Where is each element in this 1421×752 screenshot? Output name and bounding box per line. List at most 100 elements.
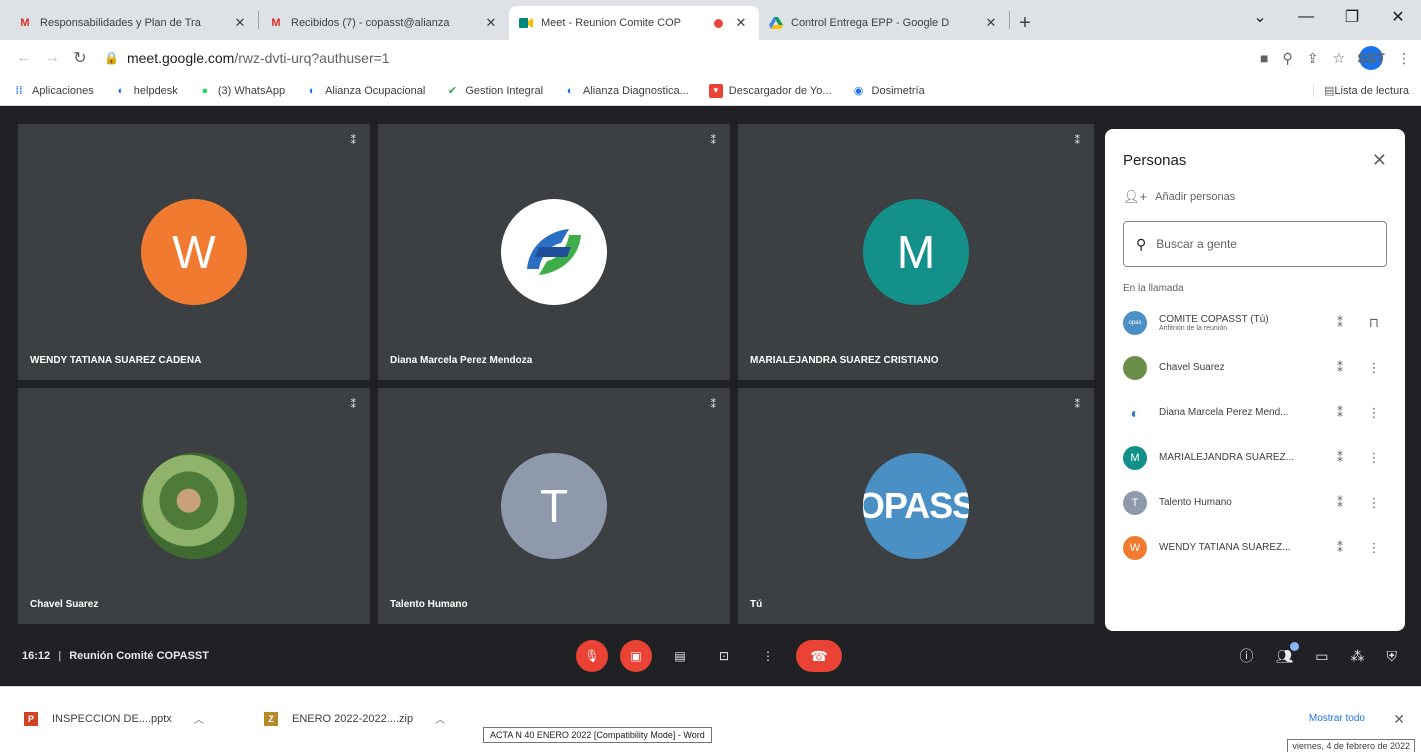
share-icon[interactable]: ⇪ — [1307, 50, 1319, 67]
call-controls: 🎙︎ ▣ ▤ ⊡ ⋮ ☎ — [576, 640, 842, 672]
more-options-icon[interactable]: ⋮ — [1361, 360, 1387, 376]
more-options-icon[interactable]: ⋮ — [1361, 495, 1387, 511]
bookmark-descargador[interactable]: ▼ Descargador de Yo... — [708, 83, 832, 98]
close-icon[interactable]: ✕ — [733, 15, 749, 31]
activities-icon[interactable]: ⁂ — [1351, 648, 1365, 665]
bookmark-dosimetria[interactable]: ◉ Dosimetría — [852, 84, 925, 98]
download-item[interactable]: P INSPECCION DE....pptx ︿ — [24, 711, 204, 726]
mic-off-icon: ⁑ — [1337, 450, 1343, 465]
bookmark-alianza-ocupacional[interactable]: ◐ Alianza Ocupacional — [305, 84, 426, 98]
profile-avatar[interactable]: SST — [1357, 46, 1385, 70]
chevron-up-icon[interactable]: ︿ — [194, 711, 204, 726]
lock-icon[interactable]: 🔒 — [104, 51, 119, 65]
bookmark-label: helpdesk — [133, 84, 178, 97]
mic-off-icon: ⁑ — [1337, 495, 1343, 510]
participant-list-item[interactable]: Chavel Suarez ⁑ ⋮ — [1123, 345, 1387, 390]
download-item[interactable]: Z ENERO 2022-2022....zip ︿ — [264, 711, 445, 726]
in-call-label: En la llamada — [1123, 283, 1184, 294]
tab-title: Meet - Reunion Comite COP — [541, 17, 681, 29]
close-icon[interactable]: ✕ — [1372, 150, 1387, 171]
participant-list-item[interactable]: opas COMITE COPASST (Tú) Anfitrión de la… — [1123, 300, 1387, 345]
profile-photo-avatar — [141, 453, 247, 559]
mic-off-icon: ⁑ — [350, 135, 357, 147]
minimize-icon[interactable]: — — [1283, 8, 1329, 26]
participant-tile[interactable]: ⁑ T Talento Humano — [378, 388, 730, 624]
browser-toolbar: ← → ↻ 🔒 meet.google.com/rwz-dvti-urq?aut… — [0, 40, 1421, 76]
taskbar-tooltip: ACTA N 40 ENERO 2022 [Compatibility Mode… — [483, 727, 712, 743]
add-people-button[interactable]: 👤︎+ Añadir personas — [1123, 187, 1387, 207]
mic-toggle-button[interactable]: 🎙︎ — [576, 640, 608, 672]
more-options-button[interactable]: ⋮ — [752, 640, 784, 672]
participant-name: Chavel Suarez — [1159, 362, 1225, 373]
host-controls-icon[interactable]: ⛨ — [1387, 648, 1398, 665]
participant-name: Chavel Suarez — [30, 599, 99, 610]
participant-list-item[interactable]: M MARIALEJANDRA SUAREZ... ⁑ ⋮ — [1123, 435, 1387, 480]
camera-toggle-button[interactable]: ▣ — [620, 640, 652, 672]
people-icon[interactable]: 👥︎ — [1275, 641, 1299, 665]
participant-list-item[interactable]: ◐ Diana Marcela Perez Mend... ⁑ ⋮ — [1123, 390, 1387, 435]
participant-tile[interactable]: ⁑ Chavel Suarez — [18, 388, 370, 624]
recording-indicator-icon — [714, 18, 723, 28]
new-tab-button[interactable]: + — [1010, 6, 1040, 40]
back-icon[interactable]: ← — [10, 49, 38, 67]
menu-icon[interactable]: ⋮ — [1397, 50, 1411, 67]
zip-icon: Z — [264, 711, 278, 726]
participant-list-item[interactable]: T Talento Humano ⁑ ⋮ — [1123, 480, 1387, 525]
toolbar-icons: ■ ⚲ ⇪ ☆ SST ⋮ — [1260, 46, 1411, 70]
mic-off-icon: ⁑ — [1074, 135, 1081, 147]
zoom-icon[interactable]: ⚲ — [1282, 50, 1292, 67]
bookmark-apps[interactable]: ⁞⁞ Aplicaciones — [12, 84, 93, 98]
bookmark-gestion-integral[interactable]: ✔ Gestion Integral — [445, 84, 543, 98]
avatar-initial: W — [172, 226, 216, 278]
more-options-icon[interactable]: ⋮ — [1361, 540, 1387, 556]
bookmark-alianza-diagnostica[interactable]: ◐ Alianza Diagnostica... — [563, 84, 689, 98]
tab-meet[interactable]: Meet - Reunion Comite COP ✕ — [509, 6, 759, 40]
bookmark-label: Descargador de Yo... — [728, 84, 832, 97]
search-people-input[interactable]: ⚲ Buscar a gente — [1123, 221, 1387, 267]
participant-tile[interactable]: ⁑ M MARIALEJANDRA SUAREZ CRISTIANO — [738, 124, 1094, 380]
meet-icon — [519, 16, 533, 30]
reading-list[interactable]: ▤ Lista de lectura — [1312, 84, 1409, 97]
participant-tile[interactable]: ⁑ Diana Marcela Perez Mendoza — [378, 124, 730, 380]
captions-button[interactable]: ▤ — [664, 640, 696, 672]
reload-icon[interactable]: ↻ — [66, 48, 94, 68]
more-options-icon[interactable]: ⋮ — [1361, 405, 1387, 421]
close-icon[interactable]: ✕ — [983, 15, 999, 31]
alianza-logo-icon: ◐ — [1130, 404, 1140, 421]
more-options-icon[interactable]: ⋮ — [1361, 450, 1387, 466]
star-icon[interactable]: ☆ — [1332, 50, 1345, 67]
address-bar[interactable]: 🔒 meet.google.com/rwz-dvti-urq?authuser=… — [104, 44, 1248, 72]
present-button[interactable]: ⊡ — [708, 640, 740, 672]
copasst-logo-avatar: OPASS — [863, 453, 969, 559]
info-icon[interactable]: ⓘ — [1239, 646, 1253, 666]
forward-icon[interactable]: → — [38, 49, 66, 67]
participant-tile[interactable]: ⁑ W WENDY TATIANA SUAREZ CADENA — [18, 124, 370, 380]
avatar-initial: T — [1131, 496, 1139, 509]
close-icon[interactable]: ✕ — [1393, 711, 1405, 728]
avatar-initial: T — [539, 480, 569, 532]
participant-list-item[interactable]: W WENDY TATIANA SUAREZ... ⁑ ⋮ — [1123, 525, 1387, 570]
chat-icon[interactable]: ▭ — [1315, 648, 1328, 665]
close-icon[interactable]: ✕ — [483, 15, 499, 31]
leave-call-button[interactable]: ☎ — [796, 640, 842, 672]
close-icon[interactable]: ✕ — [232, 15, 248, 31]
bookmark-whatsapp[interactable]: ● (3) WhatsApp — [198, 84, 285, 98]
chevron-up-icon[interactable]: ︿ — [435, 711, 445, 726]
tab-control-entrega[interactable]: Control Entrega EPP - Google D ✕ — [759, 6, 1009, 40]
participant-tile[interactable]: ⁑ OPASS Tú — [738, 388, 1094, 624]
camera-icon[interactable]: ■ — [1260, 50, 1268, 66]
window-close-icon[interactable]: ✕ — [1375, 7, 1421, 27]
avatar: T — [1123, 490, 1147, 515]
tab-search-icon[interactable]: ⌄ — [1237, 7, 1283, 27]
bookmark-helpdesk[interactable]: ◐ helpdesk — [114, 84, 178, 98]
pin-icon[interactable]: ⊓ — [1361, 315, 1387, 331]
participant-name: WENDY TATIANA SUAREZ CADENA — [30, 355, 202, 366]
tab-responsabilidades[interactable]: M Responsabilidades y Plan de Tra ✕ — [8, 6, 258, 40]
tab-recibidos[interactable]: M Recibidos (7) - copasst@alianza ✕ — [259, 6, 509, 40]
url-path: /rwz-dvti-urq?authuser=1 — [234, 50, 390, 66]
alianza-logo-icon: ◐ — [566, 84, 574, 97]
restore-icon[interactable]: ❐ — [1329, 7, 1375, 27]
participant-name: Diana Marcela Perez Mendoza — [390, 355, 533, 366]
show-all-downloads-button[interactable]: Mostrar todo — [1309, 713, 1365, 724]
mic-off-icon: ⁑ — [1337, 540, 1343, 555]
